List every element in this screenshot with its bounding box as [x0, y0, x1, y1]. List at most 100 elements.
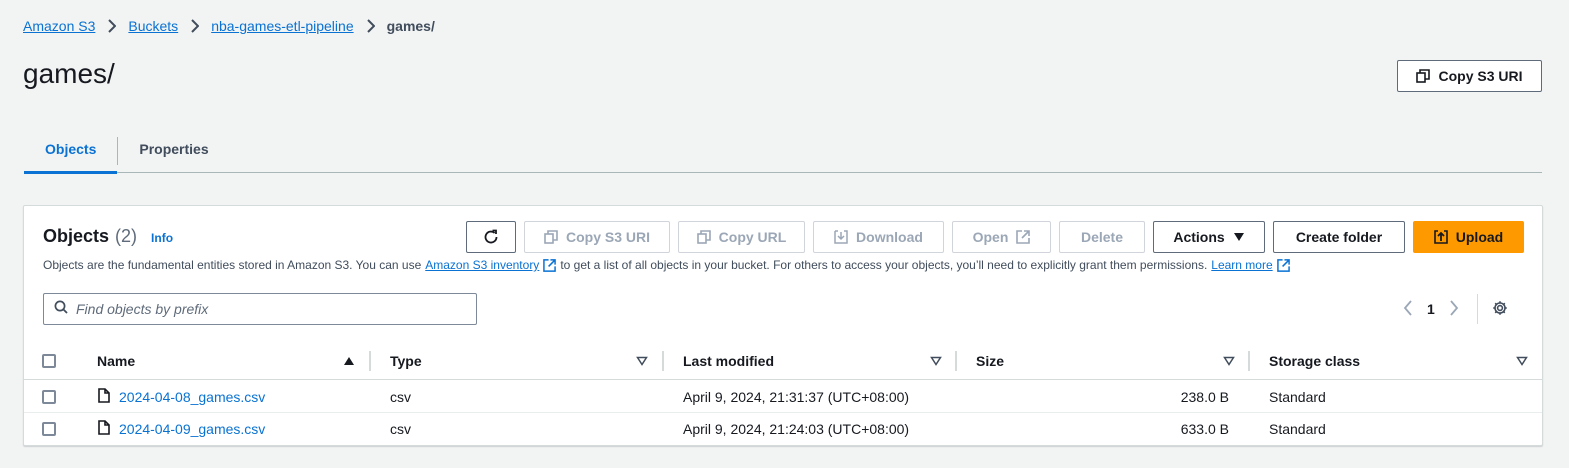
- column-resizer[interactable]: [662, 351, 664, 371]
- external-link-icon: [1276, 258, 1290, 272]
- copy-icon: [696, 230, 711, 244]
- row-checkbox[interactable]: [42, 413, 56, 445]
- gear-icon[interactable]: [1492, 300, 1508, 319]
- upload-button[interactable]: Upload: [1413, 221, 1524, 253]
- column-header-name[interactable]: Name: [97, 342, 367, 380]
- storage-class-cell: Standard: [1269, 421, 1326, 437]
- caret-down-icon: [1233, 232, 1245, 242]
- chevron-right-icon: [107, 19, 117, 33]
- type-cell: csv: [390, 421, 411, 437]
- row-checkbox[interactable]: [42, 381, 56, 413]
- breadcrumb-bucket[interactable]: nba-games-etl-pipeline: [211, 18, 353, 34]
- copy-s3-uri-toolbar-label: Copy S3 URI: [565, 229, 650, 245]
- last-modified-cell: April 9, 2024, 21:24:03 (UTC+08:00): [683, 421, 910, 437]
- copy-s3-uri-label: Copy S3 URI: [1438, 68, 1523, 84]
- chevron-right-icon[interactable]: [1449, 299, 1459, 319]
- chevron-right-icon: [190, 19, 200, 33]
- page-title: games/: [23, 58, 115, 89]
- search-icon: [54, 300, 68, 319]
- checkbox-box[interactable]: [42, 390, 56, 404]
- info-link[interactable]: Info: [151, 231, 173, 245]
- tab-properties[interactable]: Properties: [118, 126, 229, 172]
- tab-objects[interactable]: Objects: [24, 126, 118, 174]
- learn-more-link[interactable]: Learn more: [1211, 258, 1272, 272]
- column-header-size[interactable]: Size: [976, 342, 1242, 380]
- column-last-modified-label: Last modified: [683, 353, 775, 369]
- chevron-right-icon: [366, 19, 375, 33]
- breadcrumb: Amazon S3 Buckets nba-games-etl-pipeline…: [23, 16, 435, 36]
- delete-label: Delete: [1080, 229, 1124, 245]
- table-row[interactable]: 2024-04-09_games.csv csv April 9, 2024, …: [24, 413, 1542, 445]
- column-resizer[interactable]: [955, 351, 957, 371]
- open-label: Open: [972, 229, 1009, 245]
- sort-icon[interactable]: [1223, 356, 1235, 366]
- s3-inventory-link[interactable]: Amazon S3 inventory: [425, 258, 539, 272]
- delete-button[interactable]: Delete: [1059, 221, 1145, 253]
- search-box: [43, 293, 477, 325]
- sort-ascending-icon[interactable]: [343, 356, 355, 366]
- storage-class-cell: Standard: [1269, 389, 1326, 405]
- sort-icon[interactable]: [1516, 356, 1528, 366]
- column-size-label: Size: [976, 353, 1005, 369]
- create-folder-label: Create folder: [1295, 229, 1383, 245]
- column-header-storage-class[interactable]: Storage class: [1269, 342, 1535, 380]
- open-button[interactable]: Open: [952, 221, 1051, 253]
- object-name-cell: 2024-04-09_games.csv: [98, 413, 265, 445]
- object-link[interactable]: 2024-04-09_games.csv: [119, 421, 265, 437]
- copy-icon: [1416, 69, 1431, 83]
- copy-url-button[interactable]: Copy URL: [678, 221, 805, 253]
- column-resizer[interactable]: [369, 351, 371, 371]
- column-name-label: Name: [97, 353, 136, 369]
- breadcrumb-amazon-s3[interactable]: Amazon S3: [23, 18, 95, 34]
- pager-divider: [1476, 294, 1478, 324]
- objects-count: (2): [115, 226, 138, 246]
- type-cell: csv: [390, 389, 411, 405]
- upload-label: Upload: [1455, 229, 1504, 245]
- copy-s3-uri-toolbar-button[interactable]: Copy S3 URI: [524, 221, 670, 253]
- actions-dropdown[interactable]: Actions: [1153, 221, 1265, 253]
- download-button[interactable]: Download: [813, 221, 944, 253]
- page-number[interactable]: 1: [1427, 301, 1435, 317]
- object-link[interactable]: 2024-04-08_games.csv: [119, 389, 265, 405]
- download-icon: [834, 230, 848, 244]
- objects-toolbar: Copy S3 URI Copy URL Download Open Delet…: [466, 221, 1524, 253]
- checkbox-box[interactable]: [42, 422, 56, 436]
- sort-icon[interactable]: [930, 356, 942, 366]
- size-cell: 633.0 B: [1180, 421, 1229, 437]
- column-header-type[interactable]: Type: [390, 342, 656, 380]
- search-input[interactable]: [76, 301, 456, 317]
- chevron-left-icon[interactable]: [1403, 299, 1413, 319]
- column-header-last-modified[interactable]: Last modified: [683, 342, 949, 380]
- download-label: Download: [856, 229, 923, 245]
- file-icon: [98, 420, 110, 438]
- objects-panel-title: Objects: [43, 226, 110, 246]
- copy-url-label: Copy URL: [718, 229, 787, 245]
- upload-icon: [1433, 230, 1448, 244]
- object-name-cell: 2024-04-08_games.csv: [98, 381, 265, 413]
- size-cell: 238.0 B: [1180, 389, 1229, 405]
- copy-s3-uri-button[interactable]: Copy S3 URI: [1397, 60, 1542, 92]
- copy-icon: [544, 230, 558, 244]
- column-resizer[interactable]: [1248, 351, 1250, 371]
- select-all-checkbox[interactable]: [42, 342, 56, 380]
- refresh-button[interactable]: [466, 221, 516, 253]
- refresh-icon: [483, 229, 499, 245]
- create-folder-button[interactable]: Create folder: [1273, 221, 1405, 253]
- file-icon: [98, 388, 110, 406]
- breadcrumb-buckets[interactable]: Buckets: [128, 18, 178, 34]
- last-modified-cell: April 9, 2024, 21:31:37 (UTC+08:00): [683, 389, 910, 405]
- external-link-icon: [543, 258, 557, 272]
- external-link-icon: [1016, 230, 1031, 244]
- column-storage-class-label: Storage class: [1269, 353, 1361, 369]
- breadcrumb-current: games/: [386, 18, 435, 34]
- table-header: Name Type Last modified Size Storage cla…: [24, 342, 1542, 380]
- description-text-2: to get a list of all objects in your buc…: [560, 258, 1208, 272]
- sort-icon[interactable]: [636, 356, 648, 366]
- table-row[interactable]: 2024-04-08_games.csv csv April 9, 2024, …: [24, 381, 1542, 413]
- objects-description: Objects are the fundamental entities sto…: [43, 258, 1294, 272]
- description-text-1: Objects are the fundamental entities sto…: [43, 258, 422, 272]
- objects-panel-header: Objects (2) Info: [43, 226, 173, 247]
- checkbox-box[interactable]: [42, 354, 56, 368]
- column-type-label: Type: [390, 353, 422, 369]
- tab-bar: Objects Properties: [24, 126, 1542, 174]
